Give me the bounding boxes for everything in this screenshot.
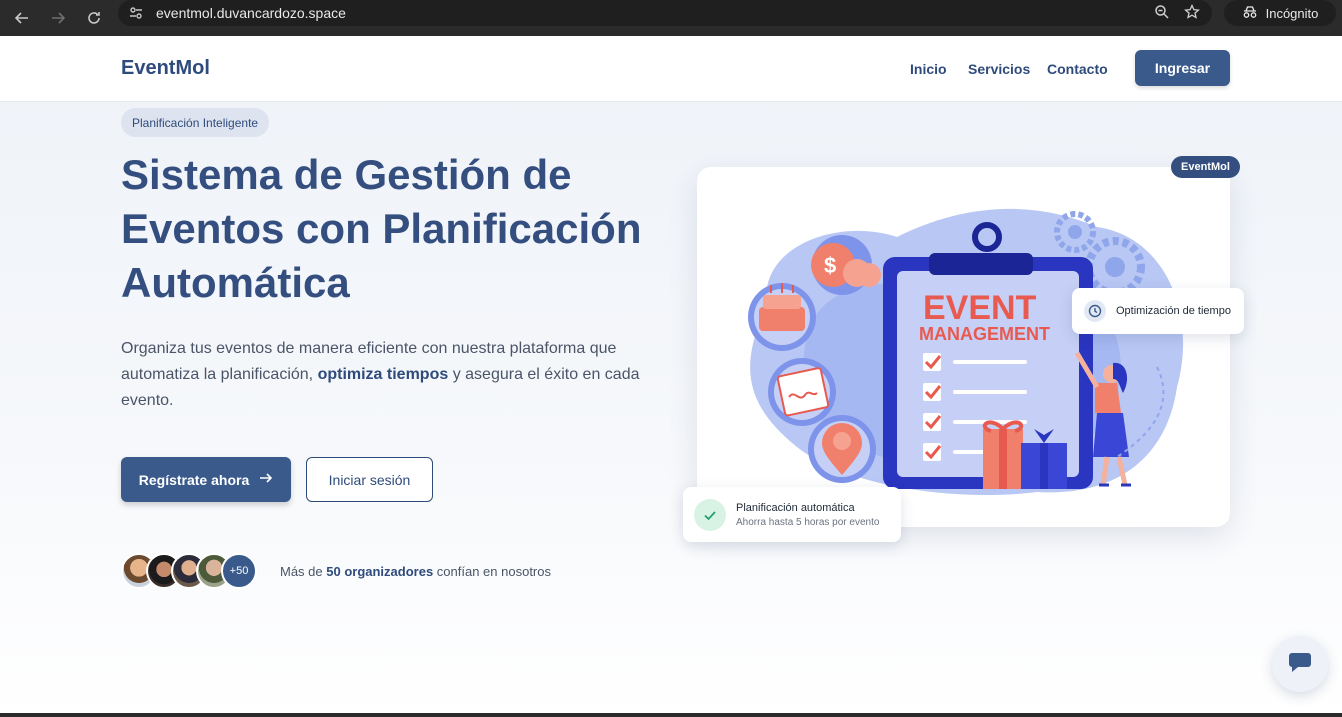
auto-planning-title: Planificación automática [736, 501, 855, 514]
illustration-card: EVENT MANAGEMENT $ [697, 167, 1230, 527]
time-optimization-chip: Optimización de tiempo [1072, 288, 1244, 334]
login-secondary-button[interactable]: Iniciar sesión [306, 457, 433, 502]
zoom-icon[interactable] [1154, 4, 1170, 25]
avatar-count-badge: +50 [221, 553, 257, 589]
register-button-label: Regístrate ahora [138, 471, 250, 488]
hero-title: Sistema de Gestión de Eventos con Planif… [121, 151, 642, 306]
avatar-group: +50 [121, 553, 261, 589]
url-text[interactable]: eventmol.duvancardozo.space [156, 5, 346, 21]
time-optimization-label: Optimización de tiempo [1116, 305, 1231, 317]
hero-description: Organiza tus eventos de manera eficiente… [121, 340, 640, 409]
svg-text:$: $ [824, 253, 836, 278]
clipboard-title-line1: EVENT [923, 289, 1037, 327]
chat-button[interactable] [1272, 636, 1328, 692]
site-logo[interactable]: EventMol [121, 57, 210, 80]
page: EventMol Inicio Servicios Contacto Ingre… [0, 36, 1342, 717]
register-button[interactable]: Regístrate ahora [121, 457, 291, 502]
nav-inicio[interactable]: Inicio [910, 61, 947, 77]
hero-badge: Planificación Inteligente [121, 108, 270, 137]
back-icon[interactable] [8, 4, 36, 32]
nav-contacto[interactable]: Contacto [1047, 61, 1108, 77]
arrow-right-icon [259, 471, 273, 488]
hero-description-highlight: optimiza tiempos [317, 366, 449, 383]
site-header: EventMol Inicio Servicios Contacto Ingre… [0, 36, 1342, 102]
browser-toolbar: eventmol.duvancardozo.space Incógnito [0, 0, 1342, 36]
forward-icon[interactable] [44, 4, 72, 32]
chat-bubble-icon [1288, 651, 1312, 678]
login-button[interactable]: Ingresar [1135, 50, 1230, 86]
bookmark-star-icon[interactable] [1184, 3, 1200, 25]
auto-planning-subtitle: Ahorra hasta 5 horas por evento [736, 516, 880, 528]
window-bottom-edge [0, 713, 1342, 717]
incognito-icon [1242, 5, 1258, 22]
trust-text: Más de 50 organizadores confían en nosot… [280, 564, 551, 579]
site-settings-icon[interactable] [126, 3, 146, 23]
address-bar[interactable]: eventmol.duvancardozo.space [118, 0, 1212, 26]
eventmol-tag: EventMol [1171, 156, 1240, 178]
clock-icon [1084, 300, 1106, 322]
event-management-illustration: EVENT MANAGEMENT $ [748, 208, 1184, 495]
incognito-indicator[interactable]: Incógnito [1224, 0, 1336, 26]
auto-planning-chip: Planificación automática Ahorra hasta 5 … [683, 487, 901, 542]
clipboard-title-line2: MANAGEMENT [919, 324, 1050, 344]
nav-servicios[interactable]: Servicios [968, 61, 1030, 77]
reload-icon[interactable] [80, 4, 108, 32]
check-icon [694, 498, 726, 531]
incognito-label: Incógnito [1265, 5, 1319, 21]
